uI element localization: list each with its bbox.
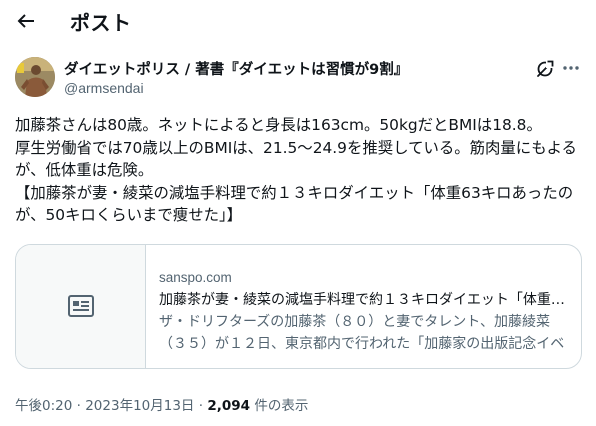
meta-separator: ·	[198, 398, 204, 414]
tweet-meta: 午後0:20 · 2023年10月13日 · 2,094 件の表示	[15, 394, 308, 414]
tweet-date[interactable]: 2023年10月13日	[85, 398, 194, 414]
tweet-time[interactable]: 午後0:20	[15, 398, 72, 414]
author-name[interactable]: ダイエットポリス / 著書『ダイエットは習慣が9割』	[64, 58, 408, 79]
card-description: ザ・ドリフターズの加藤茶（８０）と妻でタレント、加藤綾菜（３５）が１２日、東京都…	[159, 314, 565, 352]
views-label: 件の表示	[250, 398, 309, 414]
grok-icon[interactable]	[535, 59, 555, 79]
views-count: 2,094	[207, 398, 251, 414]
arrow-left-icon[interactable]	[14, 9, 38, 33]
card-body: sanspo.com 加藤茶が妻・綾菜の減塩手料理で約１３キロダイエット「体重6…	[159, 269, 569, 355]
top-bar: ポスト	[0, 0, 596, 44]
author-handle[interactable]: @armsendai	[64, 80, 144, 96]
card-domain: sanspo.com	[159, 270, 232, 285]
more-dots-icon[interactable]	[561, 58, 581, 78]
meta-separator: ·	[76, 398, 81, 414]
tweet-text: 加藤茶さんは80歳。ネットによると身長は163cm。50kgだとBMIは18.8…	[15, 116, 577, 224]
card-title[interactable]: 加藤茶が妻・綾菜の減塩手料理で約１３キロダイエット「体重63キロあったのが、50…	[159, 289, 569, 311]
card-thumbnail	[16, 245, 146, 368]
page-title: ポスト	[70, 11, 132, 35]
avatar[interactable]	[15, 57, 55, 97]
link-card[interactable]: sanspo.com 加藤茶が妻・綾菜の減塩手料理で約１３キロダイエット「体重6…	[15, 244, 582, 369]
article-icon	[68, 295, 94, 317]
